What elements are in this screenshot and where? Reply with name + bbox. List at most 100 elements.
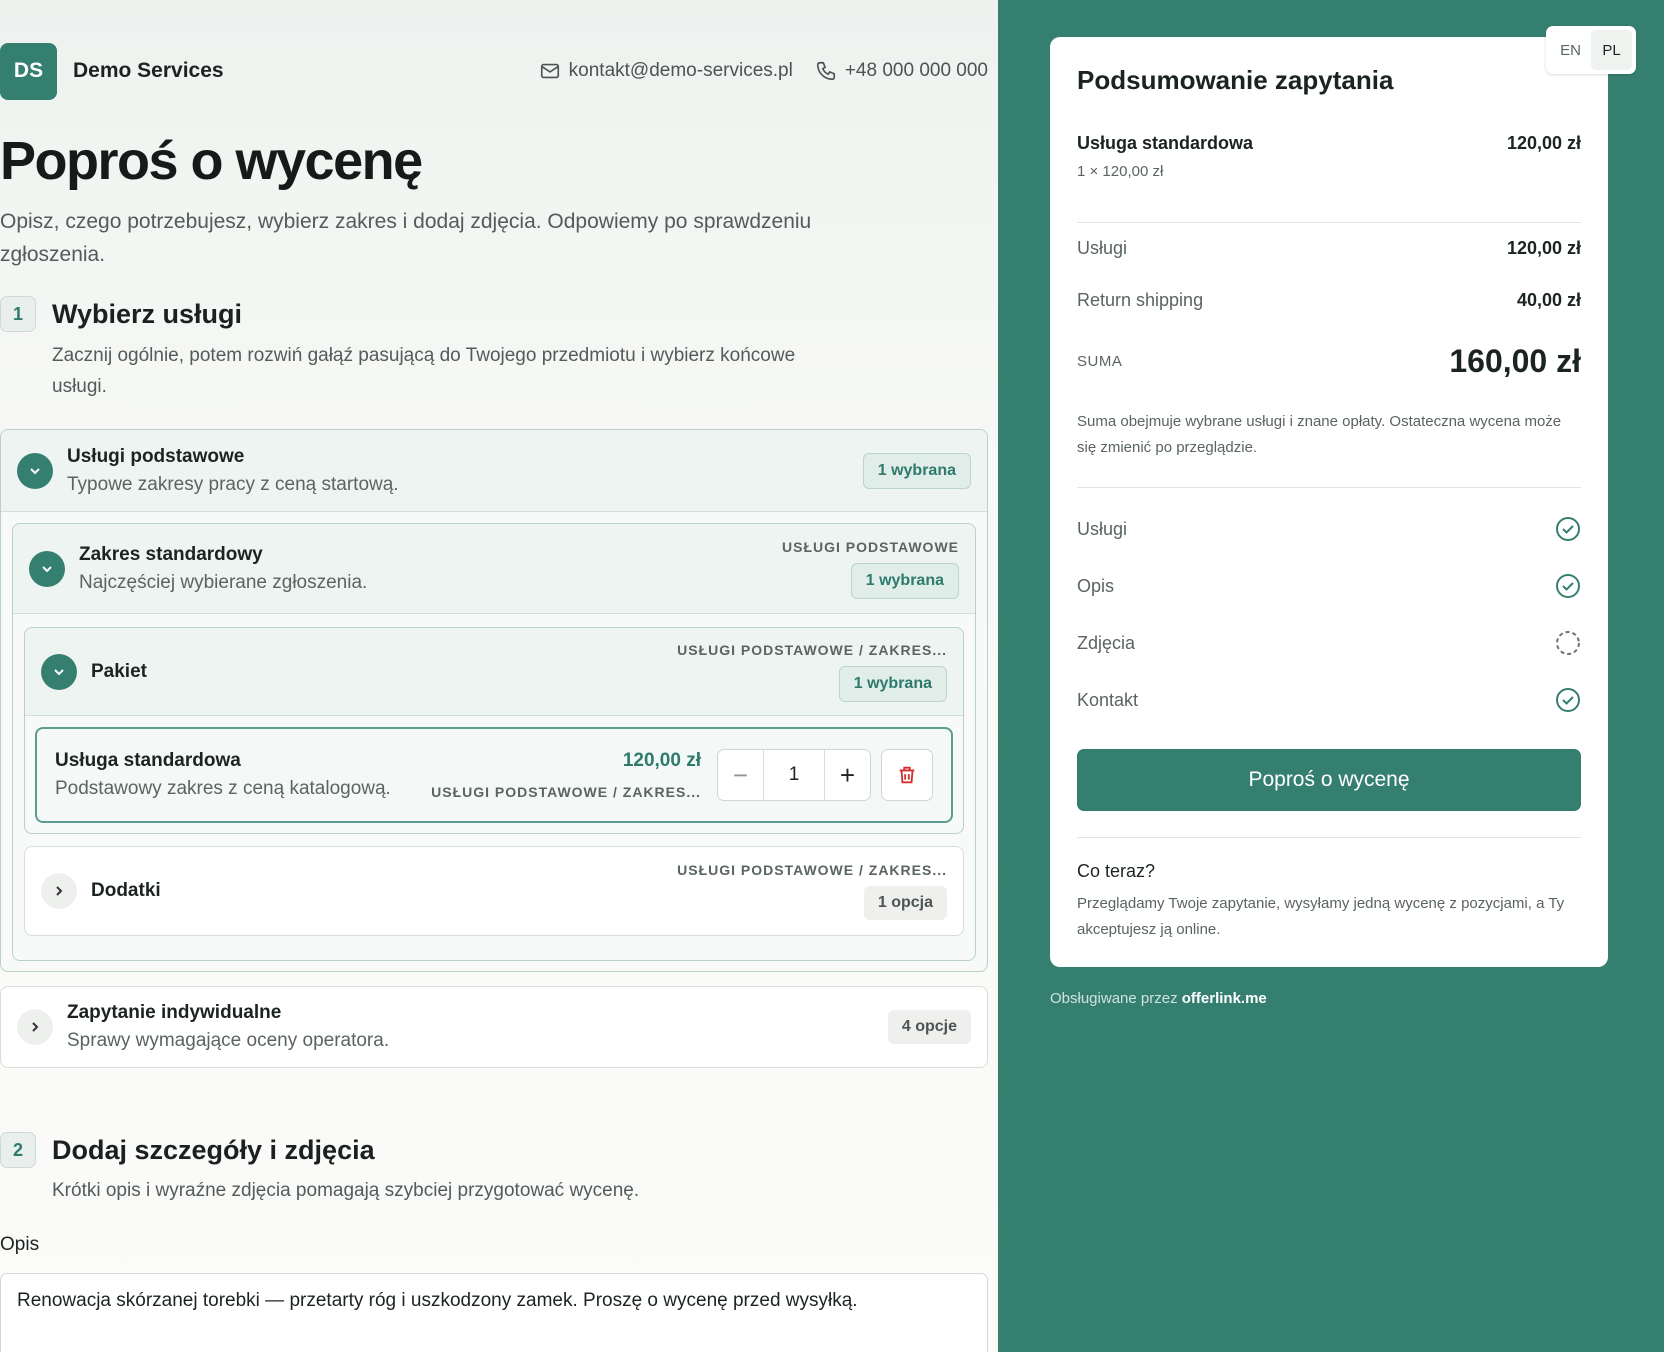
shipping-label: Return shipping — [1077, 290, 1204, 310]
checklist-label: Opis — [1077, 575, 1115, 596]
step-2-description: Krótki opis i wyraźne zdjęcia pomagają s… — [52, 1180, 640, 1201]
description-label: Opis — [0, 1234, 40, 1255]
divider — [1077, 487, 1581, 488]
total-line: SUMA 160,00 zł — [1077, 343, 1581, 380]
service-price: 120,00 zł — [622, 750, 701, 771]
total-value: 160,00 zł — [1449, 343, 1581, 379]
step-title: Dodaj szczegóły i zdjęcia — [52, 1134, 375, 1165]
email-text: kontakt@demo-services.pl — [568, 60, 793, 81]
divider — [1077, 222, 1581, 223]
group-title: Pakiet — [91, 660, 147, 682]
selected-badge: 1 wybrana — [838, 665, 947, 702]
checklist-label: Kontakt — [1077, 689, 1139, 710]
language-switcher: EN PL — [1546, 26, 1636, 74]
breadcrumb: USŁUGI PODSTAWOWE / ZAKRES... — [431, 784, 701, 800]
main-pane: DS Demo Services kontakt@demo-services.p… — [0, 0, 998, 1352]
checklist-services: Usługi — [1077, 516, 1581, 542]
checklist-contact: Kontakt — [1077, 687, 1581, 713]
selected-badge: 1 wybrana — [862, 452, 971, 489]
checklist-label: Zdjęcia — [1077, 632, 1136, 653]
remove-button[interactable] — [881, 749, 933, 801]
chevron-down-icon — [29, 550, 65, 587]
step-2-heading: 2 Dodaj szczegóły i zdjęcia — [0, 1132, 375, 1168]
decrease-button[interactable]: − — [718, 750, 763, 800]
service-item: Usługa standardowa Podstawowy zakres z c… — [35, 727, 953, 823]
phone-link[interactable]: +48 000 000 000 — [815, 60, 988, 82]
summary-line-item: Usługa standardowa 120,00 zł — [1077, 133, 1581, 154]
lang-en-button[interactable]: EN — [1550, 30, 1591, 70]
group-standard-header[interactable]: Zakres standardowy Najczęściej wybierane… — [13, 524, 975, 614]
chevron-down-icon — [41, 653, 77, 690]
selected-badge: 1 wybrana — [850, 562, 959, 599]
next-steps-text: Przeglądamy Twoje zapytanie, wysyłamy je… — [1077, 895, 1565, 938]
step-number: 2 — [0, 1132, 36, 1168]
category-custom: Zapytanie indywidualne Sprawy wymagające… — [0, 986, 988, 1068]
options-badge: 4 opcje — [887, 1010, 971, 1044]
next-steps-title: Co teraz? — [1077, 861, 1156, 881]
services-value: 120,00 zł — [1506, 238, 1581, 258]
group-package-header[interactable]: Pakiet USŁUGI PODSTAWOWE / ZAKRES... 1 w… — [25, 628, 963, 716]
services-label: Usługi — [1077, 238, 1128, 258]
total-label: SUMA — [1077, 353, 1123, 370]
powered-by-link[interactable]: offerlink.me — [1182, 990, 1267, 1007]
brand-name: Demo Services — [73, 59, 224, 82]
step-number: 1 — [0, 296, 36, 332]
group-addons: Dodatki USŁUGI PODSTAWOWE / ZAKRES... 1 … — [24, 846, 964, 936]
quantity-stepper: − 1 + — [717, 749, 871, 801]
service-subtitle: Podstawowy zakres z ceną katalogową. — [55, 778, 391, 799]
trash-icon — [899, 766, 915, 784]
check-circle-icon — [1556, 517, 1580, 541]
category-title: Usługi podstawowe — [67, 445, 245, 467]
group-subtitle: Najczęściej wybierane zgłoszenia. — [79, 571, 368, 593]
checklist-photos: Zdjęcia — [1077, 630, 1581, 656]
header: DS Demo Services kontakt@demo-services.p… — [0, 42, 988, 100]
checklist-description: Opis — [1077, 573, 1581, 599]
step-1-heading: 1 Wybierz usługi — [0, 296, 242, 332]
description-textarea[interactable]: Renowacja skórzanej torebki — przetarty … — [0, 1273, 988, 1352]
check-circle-icon — [1556, 574, 1580, 598]
contact-info: kontakt@demo-services.pl +48 000 000 000 — [539, 60, 988, 82]
lang-pl-button[interactable]: PL — [1591, 30, 1632, 70]
increase-button[interactable]: + — [825, 750, 870, 800]
mail-icon — [540, 63, 559, 79]
breadcrumb: USŁUGI PODSTAWOWE / ZAKRES... — [677, 641, 947, 658]
category-basic: Usługi podstawowe Typowe zakresy pracy z… — [0, 429, 988, 972]
group-addons-header[interactable]: Dodatki USŁUGI PODSTAWOWE / ZAKRES... 1 … — [25, 847, 963, 935]
category-custom-header[interactable]: Zapytanie indywidualne Sprawy wymagające… — [1, 987, 987, 1067]
chevron-right-icon — [17, 1009, 53, 1045]
summary-title: Podsumowanie zapytania — [1077, 65, 1394, 95]
check-circle-icon — [1556, 688, 1580, 712]
service-title: Usługa standardowa — [55, 750, 241, 771]
powered-by-prefix: Obsługiwane przez — [1050, 990, 1178, 1007]
total-note: Suma obejmuje wybrane usługi i znane opł… — [1077, 413, 1562, 456]
powered-by: Obsługiwane przez offerlink.me — [1050, 990, 1267, 1007]
options-badge: 1 opcja — [863, 886, 947, 920]
services-subtotal: Usługi 120,00 zł — [1077, 238, 1581, 259]
quantity-input[interactable]: 1 — [763, 750, 825, 800]
logo: DS — [0, 42, 57, 100]
step-title: Wybierz usługi — [52, 298, 243, 329]
phone-icon — [816, 61, 835, 81]
page-lead: Opisz, czego potrzebujesz, wybierz zakre… — [0, 210, 812, 266]
summary-card: Podsumowanie zapytania Usługa standardow… — [1050, 37, 1608, 967]
line-item-name: Usługa standardowa — [1077, 133, 1254, 153]
phone-text: +48 000 000 000 — [844, 60, 988, 81]
request-quote-button[interactable]: Poproś o wycenę — [1077, 749, 1581, 811]
pending-circle-icon — [1556, 631, 1580, 655]
group-title: Dodatki — [91, 880, 161, 901]
divider — [1077, 837, 1581, 838]
summary-pane: Podsumowanie zapytania Usługa standardow… — [998, 0, 1664, 1352]
checklist-label: Usługi — [1077, 518, 1128, 539]
step-1-description: Zacznij ogólnie, potem rozwiń gałąź pasu… — [52, 345, 796, 397]
category-subtitle: Typowe zakresy pracy z ceną startową. — [67, 473, 399, 495]
category-subtitle: Sprawy wymagające oceny operatora. — [67, 1030, 390, 1051]
line-item-price: 120,00 zł — [1506, 133, 1581, 153]
category-basic-header[interactable]: Usługi podstawowe Typowe zakresy pracy z… — [1, 430, 987, 512]
chevron-down-icon — [17, 452, 53, 489]
chevron-right-icon — [41, 873, 77, 909]
breadcrumb: USŁUGI PODSTAWOWE / ZAKRES... — [677, 862, 947, 878]
shipping-value: 40,00 zł — [1516, 290, 1581, 310]
page-title: Poproś o wycenę — [0, 131, 423, 191]
group-title: Zakres standardowy — [79, 543, 263, 565]
email-link[interactable]: kontakt@demo-services.pl — [539, 60, 793, 82]
